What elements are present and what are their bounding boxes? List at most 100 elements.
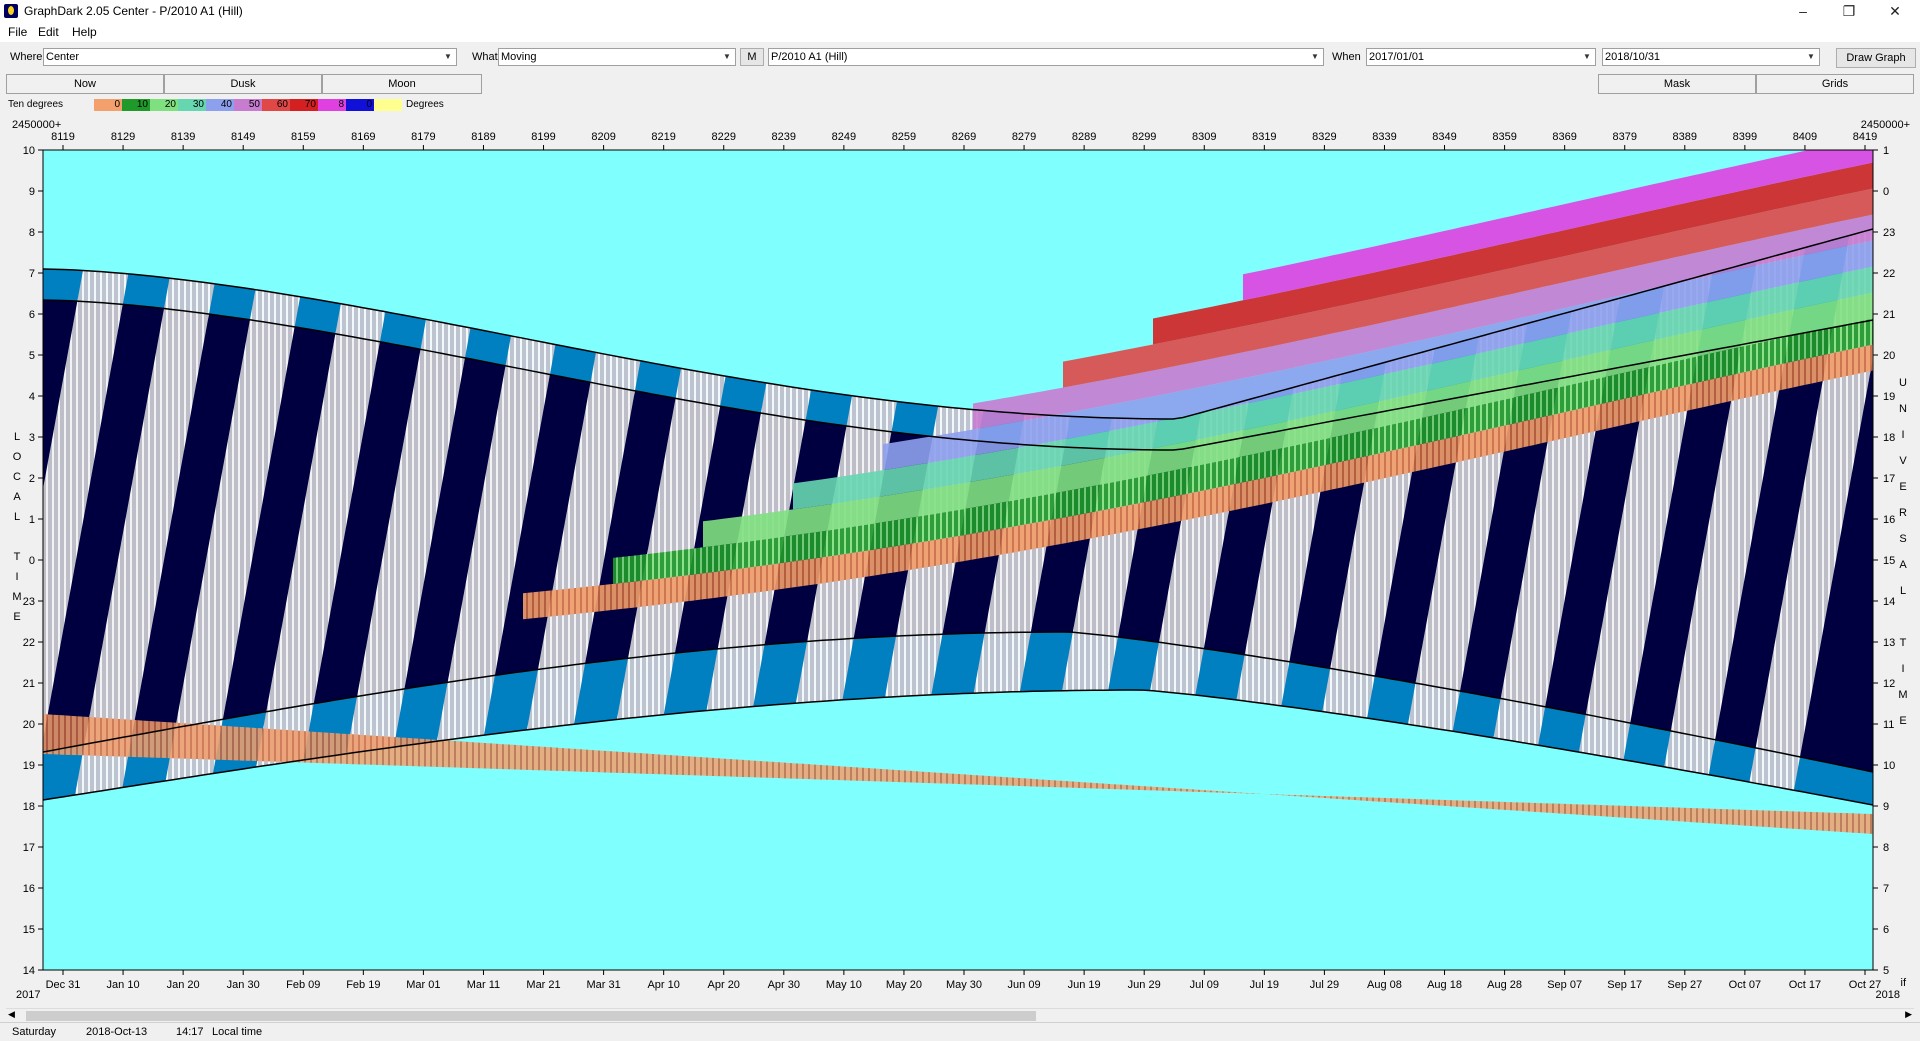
year-right: 2018	[1876, 989, 1900, 1001]
left-axis-letter: T	[14, 551, 21, 563]
right-tick-label: 5	[1883, 965, 1889, 977]
menu-file[interactable]: File	[8, 25, 27, 39]
right-tick-label: 6	[1883, 924, 1889, 936]
object-select[interactable]: P/2010 A1 (Hill) ▼	[768, 48, 1324, 66]
jd-base-right: 2450000+	[1861, 119, 1910, 131]
legend-swatch: 70	[290, 99, 318, 111]
right-axis-letter: E	[1899, 715, 1906, 727]
right-tick-label: 19	[1883, 391, 1895, 403]
left-tick-label: 10	[23, 145, 35, 157]
right-axis-letter: A	[1899, 559, 1907, 571]
from-date-select[interactable]: 2017/01/01 ▼	[1366, 48, 1596, 66]
date-tick-label: Sep 17	[1607, 979, 1642, 991]
left-tick-label: 15	[23, 924, 35, 936]
date-tick-label: Jan 10	[107, 979, 140, 991]
date-tick-label: May 30	[946, 979, 982, 991]
jd-tick-label: 8369	[1552, 131, 1576, 143]
left-tick-label: 23	[23, 596, 35, 608]
left-tick-label: 14	[23, 965, 35, 977]
jd-tick-label: 8129	[111, 131, 135, 143]
left-axis-letter: C	[13, 471, 21, 483]
where-label: Where	[10, 51, 43, 63]
jd-tick-label: 8159	[291, 131, 315, 143]
right-axis-letter: E	[1899, 481, 1906, 493]
chevron-down-icon[interactable]: ▼	[1580, 50, 1594, 64]
jd-tick-label: 8419	[1853, 131, 1877, 143]
legend-swatch: 0	[346, 99, 374, 111]
scroll-thumb[interactable]	[26, 1011, 1036, 1021]
jd-tick-label: 8149	[231, 131, 255, 143]
horizontal-scrollbar[interactable]: ◀ ▶	[6, 1008, 1914, 1023]
date-tick-label: Aug 08	[1367, 979, 1402, 991]
right-axis-letter: M	[1898, 689, 1907, 701]
left-tick-label: 20	[23, 719, 35, 731]
restore-button[interactable]: ❐	[1826, 0, 1872, 22]
left-tick-label: 0	[29, 555, 35, 567]
legend-swatch: 8	[318, 99, 346, 111]
right-tick-label: 11	[1883, 719, 1894, 731]
jd-tick-label: 8189	[471, 131, 495, 143]
chevron-down-icon[interactable]: ▼	[720, 50, 734, 64]
where-select[interactable]: Center ▼	[43, 48, 457, 66]
draw-graph-button[interactable]: Draw Graph	[1836, 48, 1916, 68]
tab-now[interactable]: Now	[6, 74, 164, 94]
menu-bar: File Edit Help	[0, 22, 1920, 42]
date-tick-label: Apr 30	[768, 979, 800, 991]
legend-swatch: 60	[262, 99, 290, 111]
minimize-button[interactable]: –	[1780, 0, 1826, 22]
left-tick-label: 22	[23, 637, 35, 649]
right-axis-letter: U	[1899, 377, 1907, 389]
left-tick-label: 5	[29, 350, 35, 362]
status-time-label: Local time	[212, 1026, 263, 1038]
date-tick-label: May 20	[886, 979, 922, 991]
date-tick-label: Oct 17	[1789, 979, 1821, 991]
right-tick-label: 17	[1883, 473, 1895, 485]
right-tick-label: 7	[1883, 883, 1889, 895]
what-label: What	[472, 51, 498, 63]
to-date-select[interactable]: 2018/10/31 ▼	[1602, 48, 1820, 66]
left-axis-letter: O	[13, 451, 22, 463]
scroll-right-icon[interactable]: ▶	[1905, 1009, 1912, 1020]
date-tick-label: May 10	[826, 979, 862, 991]
tab-dusk[interactable]: Dusk	[164, 74, 322, 94]
left-axis-letter: L	[14, 431, 20, 443]
left-tick-label: 17	[23, 842, 35, 854]
tab-moon[interactable]: Moon	[322, 74, 482, 94]
m-button[interactable]: M	[740, 48, 764, 66]
jd-tick-label: 8309	[1192, 131, 1216, 143]
date-tick-label: Sep 27	[1667, 979, 1702, 991]
right-tick-label: 23	[1883, 227, 1895, 239]
left-axis-letter: M	[12, 591, 21, 603]
jd-tick-label: 8409	[1793, 131, 1817, 143]
scroll-left-icon[interactable]: ◀	[8, 1009, 15, 1020]
chevron-down-icon[interactable]: ▼	[1308, 50, 1322, 64]
right-axis-letter: T	[1900, 637, 1907, 649]
app-icon	[4, 4, 18, 18]
date-tick-label: Sep 07	[1547, 979, 1582, 991]
right-tick-label: 0	[1883, 186, 1889, 198]
date-tick-label: Jun 19	[1068, 979, 1101, 991]
close-button[interactable]: ✕	[1872, 0, 1918, 22]
menu-edit[interactable]: Edit	[38, 25, 59, 39]
jd-base-left: 2450000+	[12, 119, 61, 131]
right-tick-label: 15	[1883, 555, 1895, 567]
tab-grids[interactable]: Grids	[1756, 74, 1914, 94]
left-axis-letter: L	[14, 511, 20, 523]
left-tick-label: 3	[29, 432, 35, 444]
tab-mask[interactable]: Mask	[1598, 74, 1756, 94]
legend-swatch: 30	[178, 99, 206, 111]
legend-swatch	[374, 99, 402, 111]
date-tick-label: Jul 19	[1250, 979, 1279, 991]
chevron-down-icon[interactable]: ▼	[1804, 50, 1818, 64]
menu-help[interactable]: Help	[72, 25, 97, 39]
chevron-down-icon[interactable]: ▼	[441, 50, 455, 64]
legend-swatch: 0	[94, 99, 122, 111]
left-axis-letter: I	[15, 571, 18, 583]
right-axis-letter: I	[1901, 429, 1904, 441]
what-select[interactable]: Moving ▼	[498, 48, 736, 66]
when-label: When	[1332, 51, 1361, 63]
date-tick-label: Jan 20	[167, 979, 200, 991]
left-tick-label: 6	[29, 309, 35, 321]
date-tick-label: Apr 20	[708, 979, 740, 991]
jd-tick-label: 8339	[1372, 131, 1396, 143]
